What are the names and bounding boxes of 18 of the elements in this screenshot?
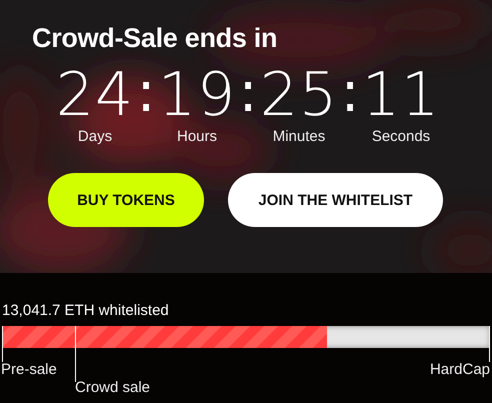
countdown-number: 11: [362, 64, 440, 126]
countdown-number: 19: [158, 64, 236, 126]
countdown-number: 25: [260, 64, 338, 126]
milestone-label: Pre-sale: [1, 361, 57, 379]
colon-separator: :: [136, 64, 156, 127]
buy-tokens-button[interactable]: BUY TOKENS: [48, 173, 204, 227]
countdown-unit-label: Seconds: [372, 128, 430, 145]
countdown-title: Crowd-Sale ends in: [32, 22, 278, 55]
countdown-unit-label: Hours: [176, 128, 217, 145]
milestone-label: HardCap: [430, 361, 490, 379]
colon-separator: :: [340, 64, 360, 127]
whitelisted-amount: 13,041.7 ETH whitelisted: [2, 301, 169, 321]
colon-separator: :: [238, 64, 258, 127]
countdown-number: 24: [56, 64, 134, 126]
countdown-unit-label: Minutes: [272, 128, 326, 145]
whitelist-button[interactable]: JOIN THE WHITELIST: [228, 173, 443, 227]
milestone-label: Crowd sale: [75, 379, 150, 397]
countdown-unit-label: Days: [78, 128, 112, 145]
